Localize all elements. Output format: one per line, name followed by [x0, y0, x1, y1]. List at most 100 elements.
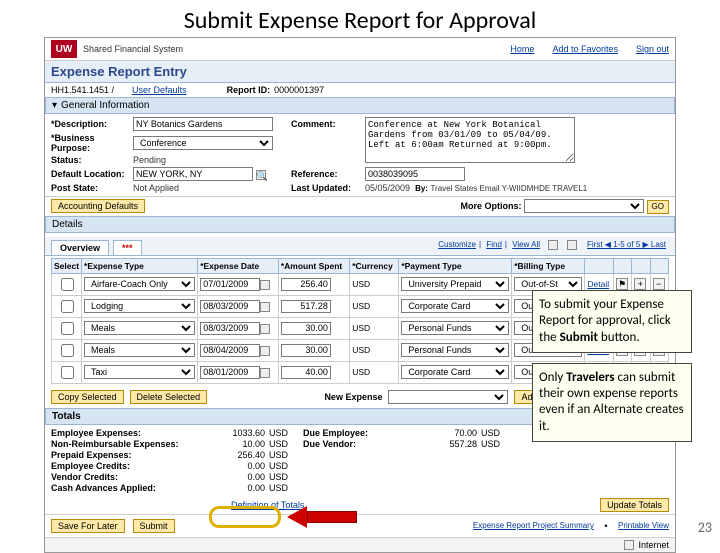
expense-type-select[interactable]: Lodging [84, 299, 195, 313]
accounting-defaults-button[interactable]: Accounting Defaults [51, 199, 145, 213]
purpose-select[interactable]: Conference [133, 136, 273, 150]
total-value: USD [269, 472, 299, 482]
expense-type-select[interactable]: Meals [84, 321, 195, 335]
nav-signout[interactable]: Sign out [636, 44, 669, 54]
calendar-icon[interactable] [260, 368, 270, 378]
ref-label: Reference: [291, 169, 365, 179]
slide-title: Submit Expense Report for Approval [0, 0, 720, 37]
desc-label: *Description: [51, 119, 133, 129]
expense-date-input[interactable] [200, 300, 260, 313]
expense-date-input[interactable] [200, 278, 260, 291]
post-label: Post State: [51, 183, 133, 193]
save-for-later-button[interactable]: Save For Later [51, 519, 125, 533]
nav-home[interactable]: Home [510, 44, 534, 54]
project-summary-link[interactable]: Expense Report Project Summary [473, 521, 594, 530]
go-button[interactable]: GO [647, 200, 669, 214]
expense-date-input[interactable] [200, 344, 260, 357]
calendar-icon[interactable] [260, 324, 270, 334]
col-header: *Currency [350, 258, 399, 273]
row-select[interactable] [61, 344, 74, 357]
row-flag-icon[interactable]: ⚑ [616, 278, 628, 290]
more-options-select[interactable] [524, 199, 644, 213]
expense-date-input[interactable] [200, 322, 260, 335]
total-label: Vendor Credits: [51, 472, 191, 482]
payment-type-select[interactable]: Corporate Card [401, 299, 509, 313]
payment-type-select[interactable]: Corporate Card [401, 365, 509, 379]
row-select[interactable] [61, 366, 74, 379]
comment-textarea[interactable]: Conference at New York Botanical Gardens… [365, 117, 575, 163]
row-select[interactable] [61, 322, 74, 335]
new-expense-label: New Expense [324, 392, 382, 402]
delete-selected-button[interactable]: Delete Selected [130, 390, 208, 404]
arrow-annotation [287, 506, 357, 528]
amount-input[interactable] [281, 322, 331, 335]
calendar-icon[interactable] [260, 346, 270, 356]
total-label: Prepaid Expenses: [51, 450, 191, 460]
grid-nav[interactable]: First ◀ 1-5 of 5 ▶ Last [587, 240, 666, 249]
status-value: Pending [133, 155, 291, 165]
calendar-icon[interactable] [260, 280, 270, 290]
grid-viewall[interactable]: View All [512, 240, 540, 249]
update-totals-button[interactable]: Update Totals [600, 498, 669, 512]
nav-favorites[interactable]: Add to Favorites [552, 44, 618, 54]
new-expense-select[interactable] [388, 390, 508, 404]
payment-type-select[interactable]: Personal Funds [401, 343, 509, 357]
total-value: USD [269, 450, 299, 460]
payment-type-select[interactable]: Personal Funds [401, 321, 509, 335]
copy-selected-button[interactable]: Copy Selected [51, 390, 124, 404]
amount-input[interactable] [281, 344, 331, 357]
row-detail-link[interactable]: Detail [587, 279, 609, 289]
total-value [417, 450, 477, 460]
comment-label: Comment: [291, 119, 365, 129]
submit-button[interactable]: Submit [133, 519, 175, 533]
desc-input[interactable] [133, 117, 273, 131]
total-label [303, 472, 413, 482]
total-value: 557.28 [417, 439, 477, 449]
loc-input[interactable] [133, 167, 253, 181]
printable-view-link[interactable]: Printable View [618, 521, 669, 530]
section-general[interactable]: ▾ General Information [45, 97, 675, 114]
expense-date-input[interactable] [200, 366, 260, 379]
total-label: Non-Reimbursable Expenses: [51, 439, 191, 449]
total-value [417, 472, 477, 482]
report-id-label: Report ID: [227, 85, 271, 95]
total-value [417, 461, 477, 471]
ref-input[interactable] [365, 167, 465, 181]
expense-type-select[interactable]: Meals [84, 343, 195, 357]
row-add-icon[interactable]: + [634, 278, 646, 290]
total-value: USD [269, 483, 299, 493]
calendar-icon[interactable] [260, 302, 270, 312]
zoom-icon[interactable] [567, 240, 577, 250]
col-header: *Payment Type [399, 258, 512, 273]
expense-type-select[interactable]: Airfare-Coach Only [84, 277, 195, 291]
total-value: 256.40 [195, 450, 265, 460]
updated-value: 05/05/2009 [365, 183, 410, 193]
amount-input[interactable] [281, 300, 331, 313]
total-label: Cash Advances Applied: [51, 483, 191, 493]
grid-customize[interactable]: Customize [438, 240, 476, 249]
expense-type-select[interactable]: Taxi [84, 365, 195, 379]
amount-input[interactable] [281, 366, 331, 379]
total-value: 1033.60 [195, 428, 265, 438]
billing-type-select[interactable]: Out-of-St [514, 277, 582, 291]
row-select[interactable] [61, 278, 74, 291]
total-value: 0.00 [195, 483, 265, 493]
col-header: *Billing Type [512, 258, 585, 273]
tab-overview[interactable]: Overview [51, 240, 109, 255]
lookup-icon[interactable]: 🔍 [256, 170, 266, 180]
total-value: USD [481, 428, 511, 438]
report-id-value: 0000001397 [274, 85, 324, 95]
purpose-label: *Business Purpose: [51, 133, 133, 153]
user-defaults-link[interactable]: User Defaults [132, 85, 187, 95]
general-form: *Description: Comment: Conference at New… [45, 114, 675, 196]
total-value: USD [269, 439, 299, 449]
row-select[interactable] [61, 300, 74, 313]
row-delete-icon[interactable]: − [653, 278, 665, 290]
section-general-label: General Information [61, 100, 149, 111]
amount-input[interactable] [281, 278, 331, 291]
payment-type-select[interactable]: University Prepaid [401, 277, 509, 291]
tab-detail[interactable]: *** [113, 240, 142, 255]
grid-find[interactable]: Find [486, 240, 502, 249]
total-value: USD [269, 428, 299, 438]
download-icon[interactable] [548, 240, 558, 250]
